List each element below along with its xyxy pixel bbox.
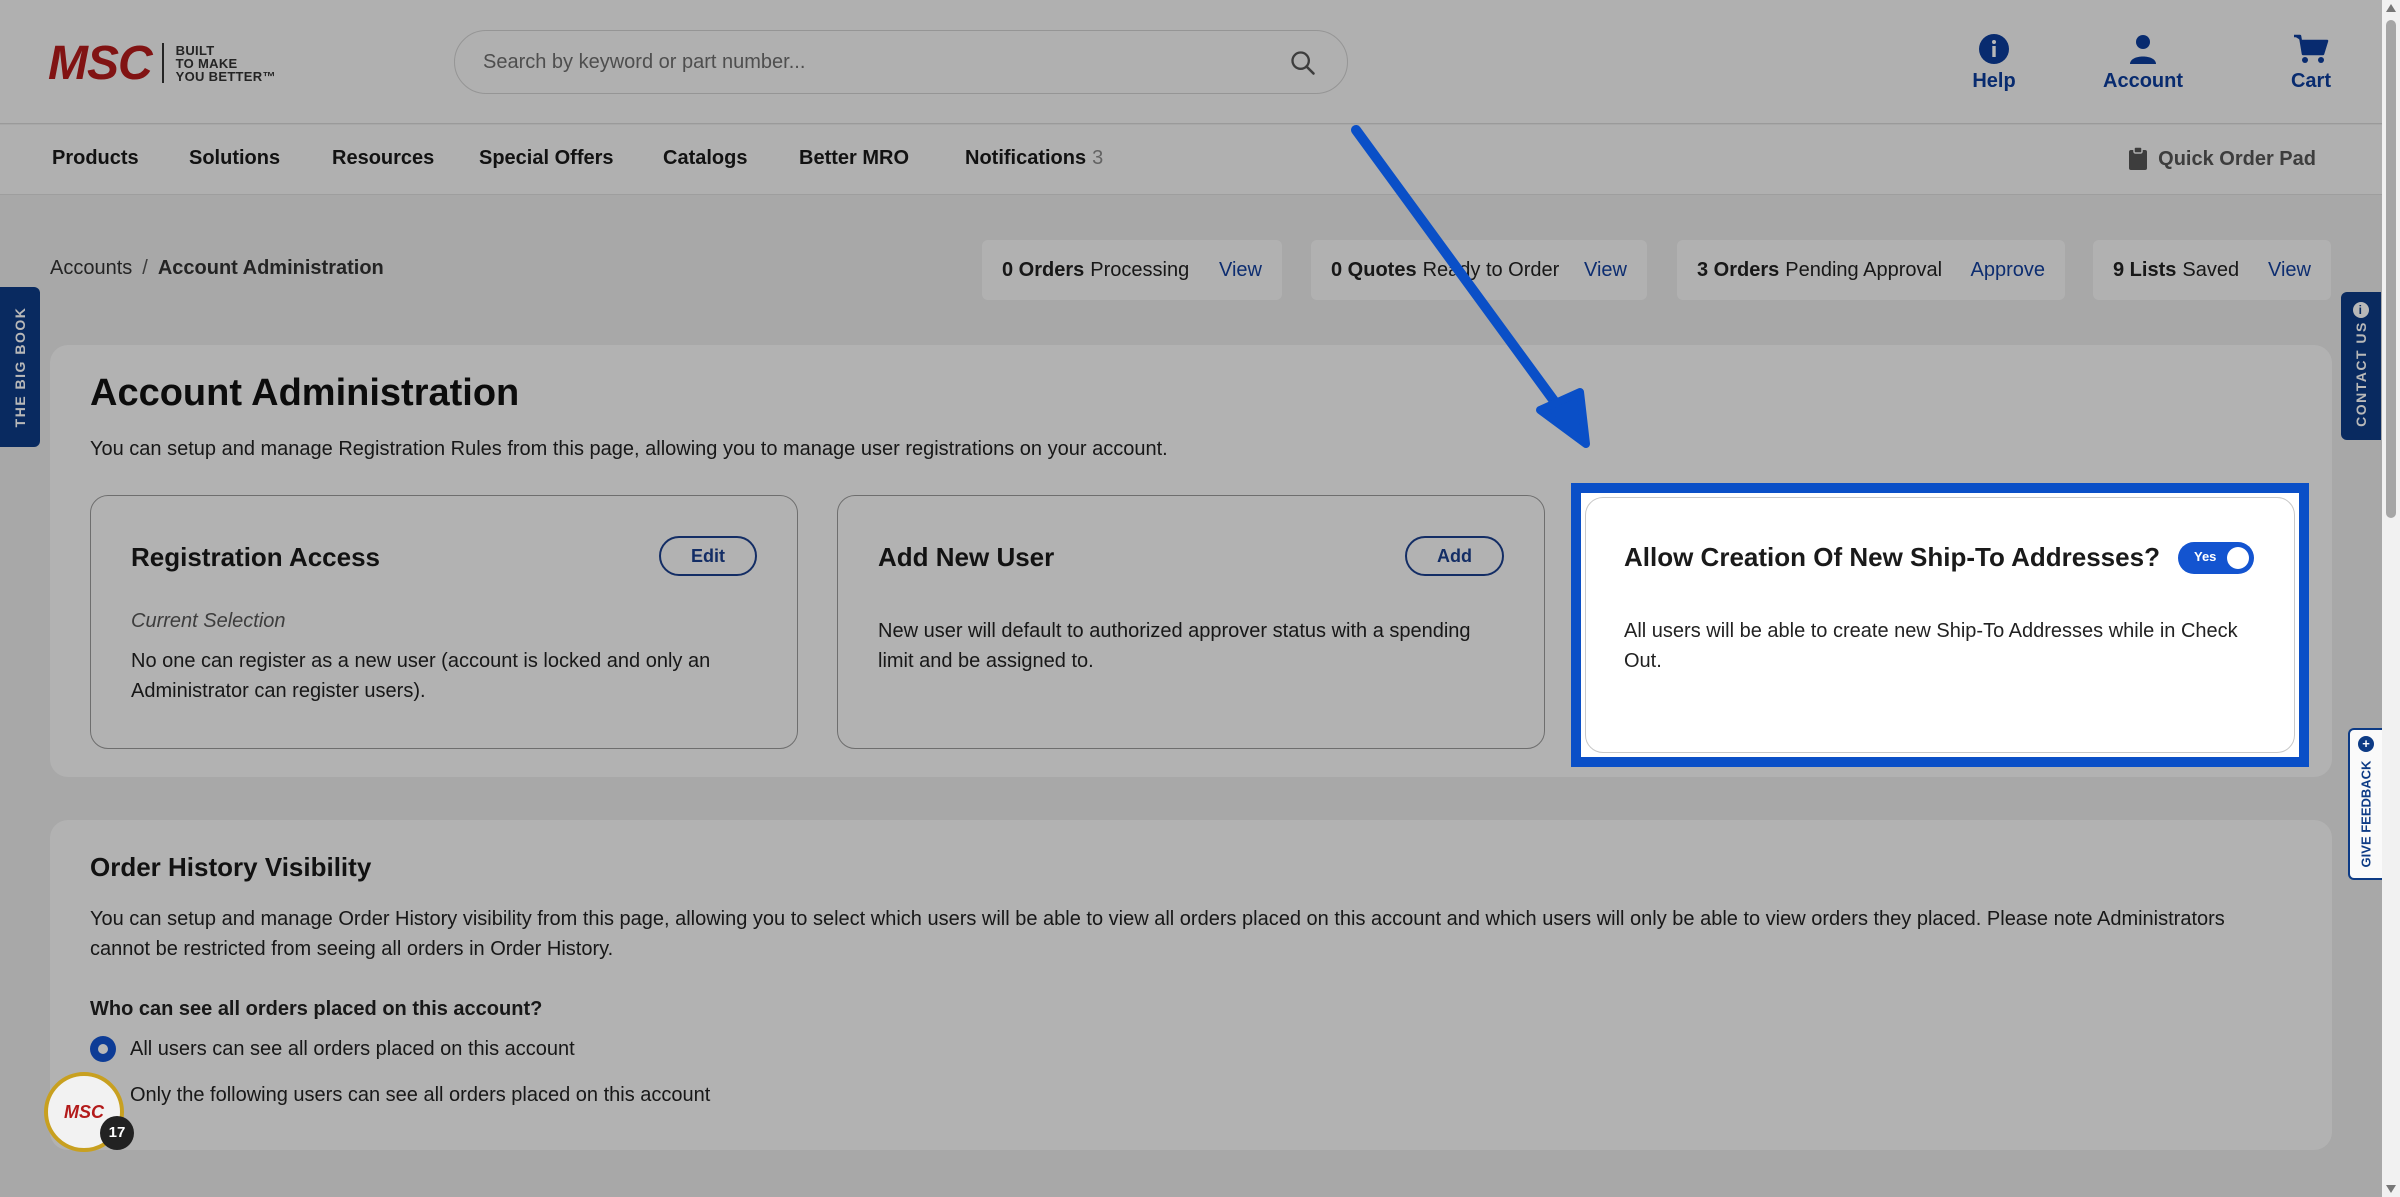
contact-us-label: CONTACT US	[2353, 321, 2369, 427]
ship-to-title: Allow Creation Of New Ship-To Addresses?	[1624, 542, 2160, 572]
ship-to-addresses-card: Allow Creation Of New Ship-To Addresses?…	[1585, 497, 2295, 753]
registration-access-text: No one can register as a new user (accou…	[131, 650, 711, 702]
logo-tagline: BUILT TO MAKE YOU BETTER™	[175, 42, 276, 84]
stat-count: 3 Orders	[1697, 258, 1780, 281]
stat-label: Saved	[2182, 258, 2240, 281]
registration-access-card: Registration Access Edit Current Selecti…	[90, 495, 798, 749]
stat-orders-processing: 0 Orders Processing View	[982, 240, 1282, 300]
account-label: Account	[2103, 70, 2183, 92]
scroll-up-icon[interactable]	[2386, 4, 2396, 12]
stat-lists-saved: 9 Lists Saved View	[2093, 240, 2331, 300]
account-link[interactable]: Account	[2098, 32, 2188, 93]
stat-count: 9 Lists	[2113, 258, 2177, 281]
plus-icon: +	[2358, 736, 2374, 752]
notifications-count: 3	[1092, 147, 1104, 169]
search-bar	[454, 30, 1348, 94]
breadcrumb-accounts[interactable]: Accounts	[50, 257, 132, 279]
radio-label: Only the following users can see all ord…	[130, 1083, 711, 1106]
big-book-label: THE BIG BOOK	[12, 306, 28, 428]
cart-icon	[2294, 34, 2329, 63]
logo-divider	[161, 43, 164, 83]
toggle-label: Yes	[2194, 549, 2217, 564]
help-label: Help	[1972, 70, 2016, 92]
ship-to-highlight-box: Allow Creation Of New Ship-To Addresses?…	[1571, 483, 2309, 767]
edit-button[interactable]: Edit	[659, 536, 757, 576]
contact-us-tab[interactable]: i CONTACT US	[2341, 292, 2381, 440]
stat-quotes-ready: 0 Quotes Ready to Order View	[1311, 240, 1647, 300]
info-icon: i	[2353, 302, 2369, 318]
ship-to-text: All users will be able to create new Shi…	[1624, 620, 2238, 672]
user-icon	[2130, 35, 2156, 64]
stat-approve-link[interactable]: Approve	[1971, 259, 2046, 282]
stat-count: 0 Orders	[1002, 258, 1085, 281]
stat-label: Ready to Order	[1422, 258, 1560, 281]
big-book-tab[interactable]: THE BIG BOOK	[0, 287, 40, 447]
page-scrollbar[interactable]	[2382, 0, 2400, 1197]
stat-view-link[interactable]: View	[1219, 259, 1262, 282]
main-nav: Products Solutions Resources Special Off…	[0, 125, 2382, 195]
stat-view-link[interactable]: View	[1584, 259, 1627, 282]
site-header: MSC BUILT TO MAKE YOU BETTER™ Help	[0, 0, 2382, 124]
order-history-title: Order History Visibility	[90, 852, 372, 882]
stat-label: Processing	[1090, 258, 1190, 281]
radio-option-all-users[interactable]: All users can see all orders placed on t…	[90, 1036, 575, 1062]
toggle-knob	[2227, 547, 2249, 569]
msc-logo[interactable]: MSC BUILT TO MAKE YOU BETTER™	[48, 36, 276, 90]
page-description: You can setup and manage Registration Ru…	[90, 438, 1168, 460]
cart-label: Cart	[2290, 70, 2331, 92]
add-new-user-card: Add New User Add New user will default t…	[837, 495, 1545, 749]
nav-products[interactable]: Products	[52, 147, 139, 170]
registration-access-title: Registration Access	[131, 542, 381, 572]
nav-catalogs[interactable]: Catalogs	[663, 147, 747, 170]
stat-orders-pending: 3 Orders Pending Approval Approve	[1677, 240, 2065, 300]
scrollbar-thumb[interactable]	[2386, 20, 2396, 518]
give-feedback-tab[interactable]: + GIVE FEEDBACK	[2348, 728, 2382, 880]
radio-option-following-users[interactable]: Only the following users can see all ord…	[90, 1082, 710, 1108]
stat-count: 0 Quotes	[1331, 258, 1417, 281]
logo-mark: MSC	[48, 36, 153, 90]
quick-order-pad-link[interactable]: Quick Order Pad	[2128, 147, 2316, 171]
nav-special-offers[interactable]: Special Offers	[479, 147, 614, 170]
radio-selected[interactable]	[90, 1036, 116, 1062]
nav-solutions[interactable]: Solutions	[189, 147, 280, 170]
badge-logo: MSC	[64, 1101, 104, 1122]
cart-link[interactable]: Cart	[2278, 32, 2344, 93]
breadcrumb-current: Account Administration	[157, 257, 384, 279]
give-feedback-label: GIVE FEEDBACK	[2358, 760, 2374, 868]
stat-label: Pending Approval	[1785, 258, 1943, 281]
ship-to-toggle[interactable]: Yes	[2178, 542, 2254, 574]
badge-count: 17	[100, 1116, 134, 1150]
page-title: Account Administration	[90, 372, 520, 414]
nav-better-mro[interactable]: Better MRO	[799, 147, 909, 170]
add-new-user-title: Add New User	[878, 542, 1055, 572]
stat-view-link[interactable]: View	[2268, 259, 2311, 282]
notifications-label: Notifications	[965, 147, 1087, 169]
help-link[interactable]: Help	[1954, 32, 2034, 93]
clipboard-icon	[2129, 147, 2148, 170]
breadcrumb: Accounts / Account Administration	[50, 257, 384, 280]
quick-order-pad-label: Quick Order Pad	[2158, 147, 2316, 170]
nav-resources[interactable]: Resources	[332, 147, 434, 170]
radio-label: All users can see all orders placed on t…	[130, 1037, 575, 1060]
search-input[interactable]	[483, 31, 1263, 93]
search-icon[interactable]	[1289, 49, 1317, 77]
breadcrumb-separator: /	[142, 257, 148, 279]
info-circle-icon	[1979, 34, 2009, 64]
add-new-user-text: New user will default to authorized appr…	[878, 620, 1471, 672]
nav-notifications[interactable]: Notifications 3	[965, 147, 1103, 170]
add-button[interactable]: Add	[1405, 536, 1504, 576]
order-visibility-question: Who can see all orders placed on this ac…	[90, 998, 543, 1020]
order-history-description: You can setup and manage Order History v…	[90, 908, 2225, 960]
scroll-down-icon[interactable]	[2386, 1185, 2396, 1193]
current-selection-label: Current Selection	[131, 610, 286, 632]
